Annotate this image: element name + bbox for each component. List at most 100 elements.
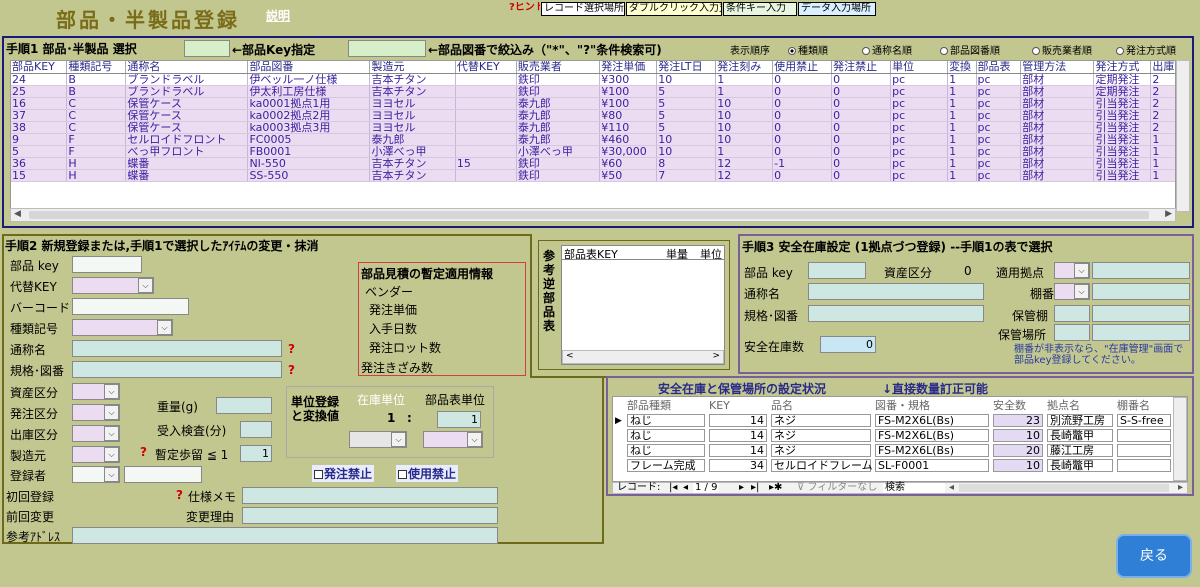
step3-part-key-field[interactable] xyxy=(808,262,866,279)
table-cell[interactable]: 引当発注 xyxy=(1093,145,1152,158)
table-cell[interactable]: 2 xyxy=(1150,121,1175,134)
table-row[interactable]: 9 F セルロイドフロント FC0005 泰九郎 泰九郎 ¥460 10 10 0 0 pc 1 pc 部材… xyxy=(11,133,1175,146)
table-cell[interactable]: 鉄印 xyxy=(516,157,601,170)
sort-option-order-method[interactable]: 発注方式順 xyxy=(1116,42,1176,57)
safety-cell[interactable]: 長崎鼈甲 xyxy=(1047,429,1113,442)
step2-part-key-field[interactable] xyxy=(72,256,142,273)
table-cell[interactable]: 保管ケース xyxy=(125,97,249,110)
table-cell[interactable]: 37 xyxy=(11,109,68,122)
radio-icon[interactable] xyxy=(940,47,948,55)
safety-cell[interactable]: 14 xyxy=(709,429,767,442)
table-cell[interactable]: 部材 xyxy=(1020,157,1095,170)
table-cell[interactable]: 1 xyxy=(715,73,774,86)
table-cell[interactable]: ka0002拠点2用 xyxy=(247,109,371,122)
table-cell[interactable]: 部材 xyxy=(1020,169,1095,182)
table-cell[interactable]: 1 xyxy=(947,145,977,158)
parts-col-header[interactable]: 代替KEY xyxy=(455,61,517,74)
table-cell[interactable]: F xyxy=(66,133,127,146)
table-cell[interactable]: 鉄印 xyxy=(516,169,601,182)
chevron-down-icon[interactable]: ⌵ xyxy=(104,426,119,441)
table-cell[interactable]: pc xyxy=(890,73,949,86)
safety-list-horizontal-thumb[interactable] xyxy=(959,484,1169,492)
parts-col-header[interactable]: 部品表 xyxy=(976,61,1022,74)
table-cell[interactable]: 吉本チタン xyxy=(369,157,456,170)
table-cell[interactable]: 10 xyxy=(715,97,774,110)
table-cell[interactable]: 泰九郎 xyxy=(516,133,601,146)
chevron-down-icon[interactable]: ⌵ xyxy=(104,467,119,482)
table-row[interactable]: 16 C 保管ケース ka0001拠点1用 ヨヨセル 泰九郎 ¥100 5 10 0 0 pc 1 pc 部… xyxy=(11,97,1175,110)
safety-cell[interactable]: 長崎鼈甲 xyxy=(1047,459,1113,472)
spec-memo-field[interactable] xyxy=(242,487,498,504)
chevron-down-icon[interactable]: ⌵ xyxy=(157,320,172,335)
table-cell[interactable]: 0 xyxy=(772,169,833,182)
table-cell[interactable]: pc xyxy=(976,97,1022,110)
table-cell[interactable]: 8 xyxy=(656,157,717,170)
row-selector-icon[interactable] xyxy=(613,458,625,473)
table-cell[interactable] xyxy=(455,73,517,86)
table-row[interactable]: 24 B ブランドラベル 伊ベッル一ノ仕様 吉本チタン 鉄印 ¥300 10 1 0 0 pc 1 pc 部… xyxy=(11,73,1175,86)
chevron-down-icon[interactable]: ⌵ xyxy=(138,278,153,293)
table-cell[interactable]: pc xyxy=(890,133,949,146)
safety-cell[interactable]: ねじ xyxy=(627,414,705,427)
table-cell[interactable]: C xyxy=(66,121,127,134)
sort-option-vendor[interactable]: 販売業者順 xyxy=(1032,42,1092,57)
table-cell[interactable]: ¥60 xyxy=(599,157,658,170)
table-cell[interactable]: 1 xyxy=(715,85,774,98)
table-cell[interactable]: 部材 xyxy=(1020,97,1095,110)
table-cell[interactable]: 10 xyxy=(656,145,717,158)
bom-unit-value[interactable]: 1 xyxy=(437,411,481,428)
chevron-down-icon[interactable]: ⌵ xyxy=(467,432,482,447)
safety-cell[interactable]: セルロイドフレーム xyxy=(771,459,873,472)
table-cell[interactable]: 5 xyxy=(656,109,717,122)
double-click-assist-button[interactable]: ダブルクリック入力支援 xyxy=(626,2,722,16)
table-cell[interactable] xyxy=(455,109,517,122)
safety-cell[interactable]: 10 xyxy=(993,429,1043,442)
last-record-icon[interactable]: ▸| xyxy=(751,483,759,493)
prev-record-icon[interactable]: ◂ xyxy=(683,483,688,493)
table-cell[interactable]: 0 xyxy=(831,73,892,86)
safety-cell[interactable]: ねじ xyxy=(627,429,705,442)
table-cell[interactable]: pc xyxy=(890,97,949,110)
table-cell[interactable] xyxy=(455,133,517,146)
table-cell[interactable]: 1 xyxy=(715,145,774,158)
spec-field[interactable] xyxy=(72,361,282,378)
table-cell[interactable]: pc xyxy=(976,157,1022,170)
table-cell[interactable]: 5 xyxy=(656,121,717,134)
record-select-area-button[interactable]: レコード選択場所 xyxy=(541,2,625,16)
table-cell[interactable]: 0 xyxy=(831,133,892,146)
table-cell[interactable]: 1 xyxy=(947,73,977,86)
safety-cell[interactable]: ネジ xyxy=(771,444,871,457)
keep-shelf-name-field[interactable] xyxy=(1092,305,1190,322)
parts-col-header[interactable]: 出庫 xyxy=(1150,61,1175,74)
table-cell[interactable]: ka0003拠点3用 xyxy=(247,121,371,134)
table-cell[interactable]: 部材 xyxy=(1020,109,1095,122)
asset-class-select[interactable]: ⌵ xyxy=(72,383,120,400)
table-cell[interactable]: 1 xyxy=(947,85,977,98)
table-cell[interactable]: C xyxy=(66,109,127,122)
stock-unit-select[interactable]: ⌵ xyxy=(349,431,407,448)
order-class-select[interactable]: ⌵ xyxy=(72,404,120,421)
table-cell[interactable]: 部材 xyxy=(1020,133,1095,146)
safety-cell[interactable]: ネジ xyxy=(771,429,871,442)
table-cell[interactable]: 12 xyxy=(715,157,774,170)
table-cell[interactable]: 10 xyxy=(656,133,717,146)
table-cell[interactable]: 7 xyxy=(656,169,717,182)
parts-list-vertical-scrollbar[interactable] xyxy=(1176,60,1190,212)
table-cell[interactable] xyxy=(455,85,517,98)
table-cell[interactable]: FC0005 xyxy=(247,133,371,146)
table-cell[interactable]: 0 xyxy=(772,97,833,110)
parts-col-header[interactable]: 発注LT日 xyxy=(656,61,717,74)
alt-key-select[interactable]: ⌵ xyxy=(72,277,154,294)
table-cell[interactable]: pc xyxy=(890,121,949,134)
keep-place-field[interactable] xyxy=(1054,324,1090,341)
parts-col-header[interactable]: 発注刻み xyxy=(715,61,774,74)
table-cell[interactable]: 小澤べっ甲 xyxy=(369,145,456,158)
bom-horizontal-scrollbar[interactable]: < > xyxy=(562,350,724,364)
table-cell[interactable]: pc xyxy=(890,109,949,122)
change-reason-field[interactable] xyxy=(242,507,498,524)
table-cell[interactable]: べっ甲フロント xyxy=(125,145,249,158)
table-cell[interactable]: 0 xyxy=(831,157,892,170)
table-cell[interactable]: 16 xyxy=(11,97,68,110)
table-cell[interactable]: ブランドラベル xyxy=(125,73,249,86)
scroll-left-icon[interactable]: < xyxy=(566,351,574,361)
